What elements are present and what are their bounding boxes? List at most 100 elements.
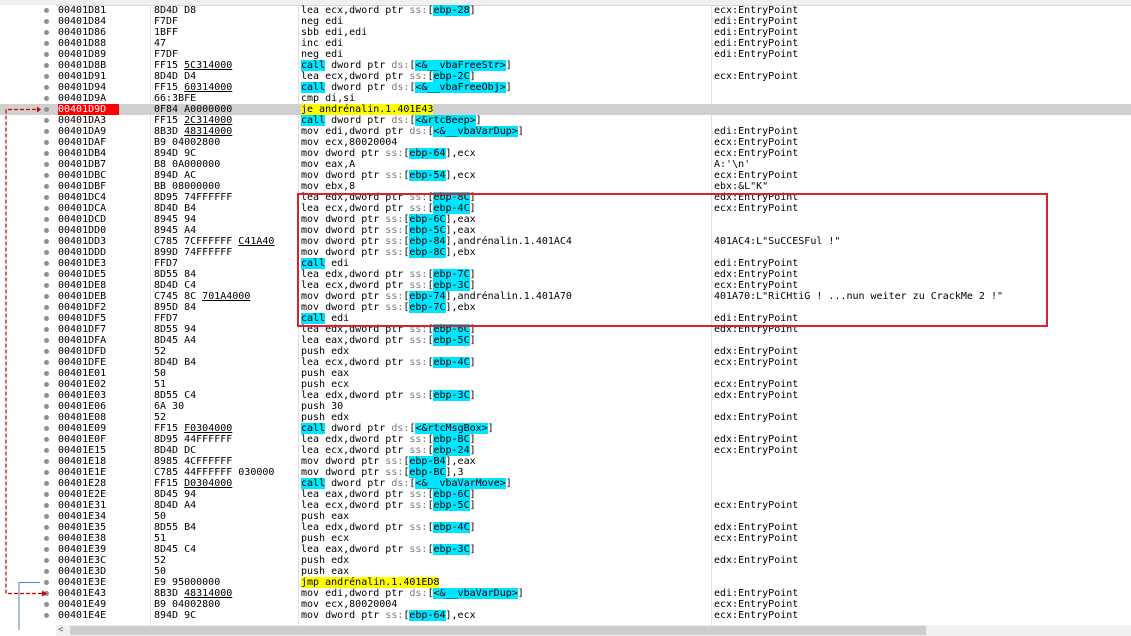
disasm-row[interactable]: 00401E49 B9 04002800 mov ecx,80020004 ecx:E… [0, 599, 1131, 610]
disasm-row[interactable]: 00401D88 47 inc edi edi:EntryPoint [0, 38, 1131, 49]
opcode-bytes: 52 [154, 412, 167, 423]
opcode-bytes: B9 04002800 [154, 137, 221, 148]
disasm-row[interactable]: 00401E39 8D45 C4 lea eax,dword ptr ss:[ebp… [0, 544, 1131, 555]
disasm-row[interactable]: 00401D91 8D4D D4 lea ecx,dword ptr ss:[ebp… [0, 71, 1131, 82]
address: 00401D81 [58, 5, 107, 16]
disasm-row[interactable]: 00401D9D 0F84 A0000000 je andrénalin.1.401… [0, 104, 1131, 115]
horizontal-scrollbar[interactable]: < [56, 625, 1131, 636]
opcode-bytes: 8985 4CFFFFFF [154, 456, 233, 467]
disasm-row[interactable]: 00401DB7 B8 0A000000 mov eax,A A:'\n' [0, 159, 1131, 170]
disasm-row[interactable]: 00401D94 FF15 60314000 call dword ptr ds:[… [0, 82, 1131, 93]
instruction: mov ebx,8 [301, 181, 356, 192]
opcode-bytes: FFD7 [154, 313, 179, 324]
address: 00401D8B [58, 60, 107, 71]
opcode-bytes: 66:3BFE [154, 93, 197, 104]
disasm-row[interactable]: 00401E28 FF15 D0304000 call dword ptr ds:[… [0, 478, 1131, 489]
disasm-row[interactable]: 00401D81 8D4D D8 lea ecx,dword ptr ss:[ebp… [0, 5, 1131, 16]
disasm-row[interactable]: 00401E08 52 push edx edx:EntryPoint [0, 412, 1131, 423]
opcode-bytes: 8D55 C4 [154, 390, 197, 401]
comment: ecx:EntryPoint [714, 445, 799, 456]
disasm-row[interactable]: 00401E31 8D4D A4 lea ecx,dword ptr ss:[ebp… [0, 500, 1131, 511]
comment: ebx:&L"K" [714, 181, 769, 192]
address: 00401E2E [58, 489, 107, 500]
disasm-row[interactable]: 00401DAF B9 04002800 mov ecx,80020004 ecx:E… [0, 137, 1131, 148]
disasm-row[interactable]: 00401DB4 894D 9C mov dword ptr ss:[ebp-64]… [0, 148, 1131, 159]
disasm-row[interactable]: 00401DFD 52 push edx edx:EntryPoint [0, 346, 1131, 357]
disasm-row[interactable]: 00401D86 1BFF sbb edi,edi edi:EntryPoint [0, 27, 1131, 38]
disasm-row[interactable]: 00401D9A 66:3BFE cmp di,si [0, 93, 1131, 104]
address: 00401E3D [58, 566, 107, 577]
disasm-row[interactable]: 00401E18 8985 4CFFFFFF mov dword ptr ss:[e… [0, 456, 1131, 467]
disasm-row[interactable]: 00401E02 51 push ecx ecx:EntryPoint [0, 379, 1131, 390]
opcode-bytes: 8D55 B4 [154, 522, 197, 533]
disasm-row[interactable]: 00401DFE 8D4D B4 lea ecx,dword ptr ss:[ebp… [0, 357, 1131, 368]
opcode-bytes: 8D95 74FFFFFF [154, 192, 233, 203]
opcode-bytes: 8D55 94 [154, 324, 197, 335]
opcode-bytes: 50 [154, 566, 167, 577]
conditional-jump-arrow [5, 108, 42, 595]
opcode-bytes: 8B3D 48314000 [154, 588, 233, 599]
opcode-bytes: 8D95 44FFFFFF [154, 434, 233, 445]
address: 00401D9A [58, 93, 107, 104]
instruction: lea edx,dword ptr ss:[ebp-3C] [301, 390, 476, 401]
opcode-bytes: FF15 D0304000 [154, 478, 233, 489]
disasm-row[interactable]: 00401E3D 50 push eax [0, 566, 1131, 577]
comment: edx:EntryPoint [714, 346, 799, 357]
disasm-row[interactable]: 00401D8B FF15 5C314000 call dword ptr ds:[… [0, 60, 1131, 71]
disasm-row[interactable]: 00401E06 6A 30 push 30 [0, 401, 1131, 412]
disasm-row[interactable]: 00401E34 50 push eax [0, 511, 1131, 522]
disasm-row[interactable]: 00401E35 8D55 B4 lea edx,dword ptr ss:[ebp… [0, 522, 1131, 533]
instruction: neg edi [301, 16, 344, 27]
address: 00401E06 [58, 401, 107, 412]
instruction: lea ecx,dword ptr ss:[ebp-24] [301, 445, 476, 456]
address: 00401D9D [58, 104, 119, 115]
disasm-row[interactable]: 00401E2E 8D45 94 lea eax,dword ptr ss:[ebp… [0, 489, 1131, 500]
address: 00401E28 [58, 478, 107, 489]
disasm-row[interactable]: 00401E43 8B3D 48314000 mov edi,dword ptr d… [0, 588, 1131, 599]
disasm-row[interactable]: 00401E1E C785 44FFFFFF 030000 mov dword pt… [0, 467, 1131, 478]
disasm-row[interactable]: 00401DA9 8B3D 48314000 mov edi,dword ptr d… [0, 126, 1131, 137]
address: 00401D88 [58, 38, 107, 49]
disasm-row[interactable]: 00401D84 F7DF neg edi edi:EntryPoint [0, 16, 1131, 27]
comment: edx:EntryPoint [714, 522, 799, 533]
disasm-row[interactable]: 00401E01 50 push eax [0, 368, 1131, 379]
address: 00401E3E [58, 577, 107, 588]
instruction: mov ecx,80020004 [301, 599, 398, 610]
address: 00401DFE [58, 357, 107, 368]
comment: A:'\n' [714, 159, 751, 170]
opcode-bytes: 8D45 C4 [154, 544, 197, 555]
comment: edx:EntryPoint [714, 555, 799, 566]
disasm-row[interactable]: 00401E15 8D4D DC lea ecx,dword ptr ss:[ebp… [0, 445, 1131, 456]
disasm-row[interactable]: 00401E0F 8D95 44FFFFFF lea edx,dword ptr s… [0, 434, 1131, 445]
address: 00401E43 [58, 588, 107, 599]
address: 00401E03 [58, 390, 107, 401]
instruction: lea edx,dword ptr ss:[ebp-BC] [301, 434, 476, 445]
opcode-bytes: C745 8C 701A4000 [154, 291, 251, 302]
instruction: call dword ptr ds:[<&__vbaFreeObj>] [301, 82, 512, 93]
opcode-bytes: FF15 60314000 [154, 82, 233, 93]
opcode-bytes: 899D 74FFFFFF [154, 247, 233, 258]
disasm-row[interactable]: 00401D89 F7DF neg edi edi:EntryPoint [0, 49, 1131, 60]
opcode-bytes: 50 [154, 511, 167, 522]
comment: ecx:EntryPoint [714, 5, 799, 16]
disasm-row[interactable]: 00401DA3 FF15 2C314000 call dword ptr ds:[… [0, 115, 1131, 126]
instruction: sbb edi,edi [301, 27, 368, 38]
disasm-row[interactable]: 00401DBF BB 08000000 mov ebx,8 ebx:&L"K" [0, 181, 1131, 192]
address: 00401DD3 [58, 236, 107, 247]
disasm-row[interactable]: 00401E4E 894D 9C mov dword ptr ss:[ebp-64]… [0, 610, 1131, 621]
disasm-row[interactable]: 00401E3C 52 push edx edx:EntryPoint [0, 555, 1131, 566]
disasm-row[interactable]: 00401E38 51 push ecx ecx:EntryPoint [0, 533, 1131, 544]
disasm-row[interactable]: 00401E3E E9 95000000 jmp andrénalin.1.401E… [0, 577, 1131, 588]
address: 00401E39 [58, 544, 107, 555]
instruction: lea eax,dword ptr ss:[ebp-3C] [301, 544, 476, 555]
scrollbar-thumb[interactable] [70, 626, 926, 635]
disasm-row[interactable]: 00401E09 FF15 F0304000 call dword ptr ds:[… [0, 423, 1131, 434]
opcode-bytes: FF15 5C314000 [154, 60, 233, 71]
disasm-row[interactable]: 00401E03 8D55 C4 lea edx,dword ptr ss:[ebp… [0, 390, 1131, 401]
opcode-bytes: 894D 9C [154, 148, 197, 159]
scroll-left-arrow-icon[interactable]: < [58, 625, 63, 636]
opcode-bytes: 8D45 A4 [154, 335, 197, 346]
address: 00401DB4 [58, 148, 107, 159]
disasm-row[interactable]: 00401DBC 894D AC mov dword ptr ss:[ebp-54]… [0, 170, 1131, 181]
disasm-row[interactable]: 00401DFA 8D45 A4 lea eax,dword ptr ss:[ebp… [0, 335, 1131, 346]
